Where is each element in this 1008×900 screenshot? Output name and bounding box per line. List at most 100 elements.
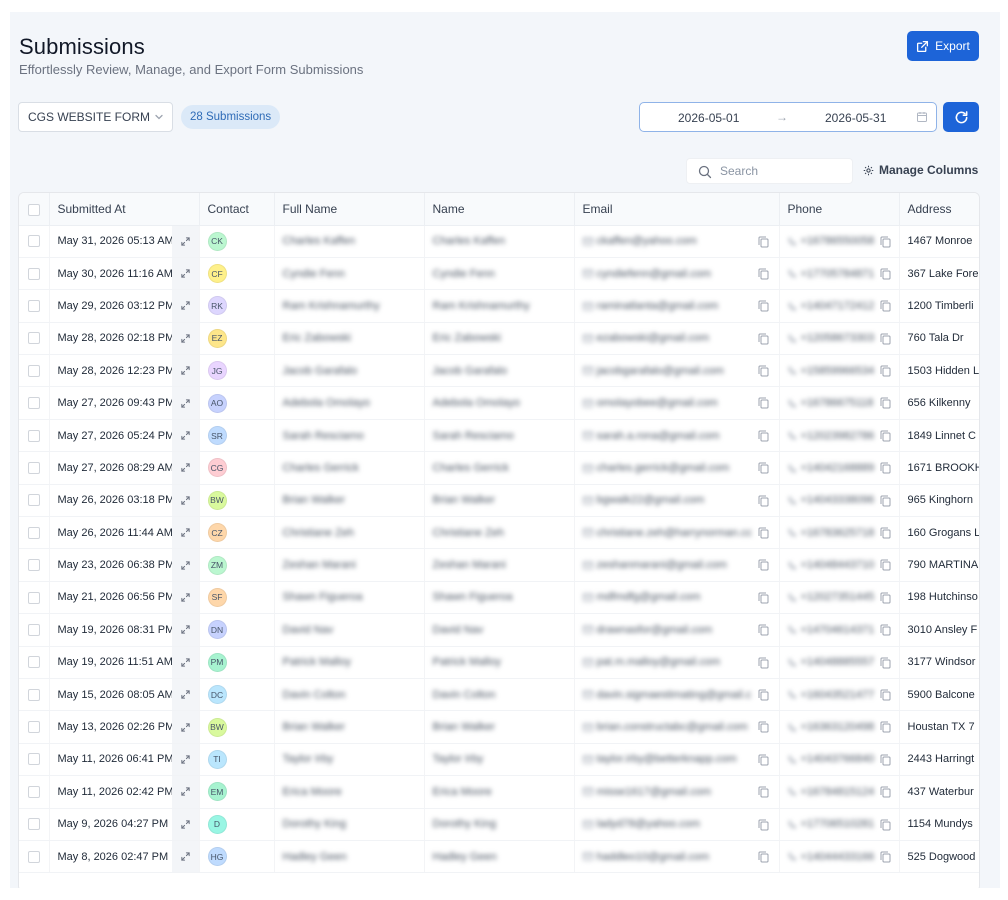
row-checkbox[interactable]	[28, 494, 40, 507]
table-row[interactable]: May 27, 2026 09:43 PM AO Adebola Omolayo Ad…	[19, 386, 979, 420]
table-row[interactable]: May 13, 2026 02:26 PM BW Brian Walker Brian…	[19, 710, 979, 744]
avatar[interactable]: EM	[207, 782, 227, 802]
expand-row-button[interactable]	[171, 646, 199, 678]
table-row[interactable]: May 28, 2026 02:18 PM EZ Eric Zabowski Eric…	[19, 322, 979, 356]
copy-icon[interactable]	[880, 236, 891, 248]
export-button[interactable]: Export	[907, 31, 979, 61]
row-checkbox[interactable]	[28, 818, 40, 831]
phone-text[interactable]: +14043766840	[801, 753, 875, 765]
avatar[interactable]: D	[207, 814, 227, 834]
expand-row-button[interactable]	[171, 387, 199, 419]
avatar[interactable]: HG	[207, 847, 227, 867]
expand-row-button[interactable]	[171, 808, 199, 840]
row-checkbox[interactable]	[28, 656, 40, 669]
email-text[interactable]: brian.constructabc@gmail.com	[597, 721, 748, 733]
expand-row-button[interactable]	[171, 225, 199, 257]
row-checkbox[interactable]	[28, 267, 40, 280]
avatar[interactable]: CZ	[207, 523, 227, 543]
email-text[interactable]: taylor.irby@betterknapp.com	[597, 753, 737, 765]
date-start[interactable]: 2026-05-01	[678, 111, 739, 125]
expand-row-button[interactable]	[171, 517, 199, 548]
column-header-contact[interactable]: Contact	[198, 193, 274, 226]
expand-row-button[interactable]	[171, 743, 199, 775]
copy-icon[interactable]	[758, 268, 769, 280]
column-header-submitted-at[interactable]: Submitted At	[48, 193, 199, 226]
copy-icon[interactable]	[758, 754, 769, 766]
avatar[interactable]: ZM	[207, 555, 227, 575]
email-text[interactable]: sarah.a.rona@gmail.com	[597, 430, 720, 442]
table-row[interactable]: May 30, 2026 11:16 AM CF Cyndie Fenn Cyndie…	[19, 257, 979, 291]
search-input[interactable]	[720, 164, 840, 178]
copy-icon[interactable]	[758, 397, 769, 409]
copy-icon[interactable]	[880, 462, 891, 474]
column-header-full-name[interactable]: Full Name	[273, 193, 424, 226]
row-checkbox[interactable]	[28, 850, 40, 863]
row-checkbox[interactable]	[28, 623, 40, 636]
copy-icon[interactable]	[758, 365, 769, 377]
copy-icon[interactable]	[758, 559, 769, 571]
row-checkbox[interactable]	[28, 300, 40, 313]
copy-icon[interactable]	[758, 786, 769, 798]
copy-icon[interactable]	[758, 236, 769, 248]
table-row[interactable]: May 11, 2026 06:41 PM TI Taylor Irby Taylor…	[19, 743, 979, 777]
table-row[interactable]: May 15, 2026 08:05 AM DC Davin Colton Davin…	[19, 678, 979, 712]
search-box[interactable]	[686, 158, 853, 184]
phone-text[interactable]: +14048885557	[801, 656, 875, 668]
table-row[interactable]: May 23, 2026 06:38 PM ZM Zeshan Marani Zesh…	[19, 548, 979, 582]
phone-text[interactable]: +14704614371	[801, 624, 875, 636]
email-text[interactable]: ezabowski@gmail.com	[597, 332, 710, 344]
expand-row-button[interactable]	[171, 355, 199, 386]
copy-icon[interactable]	[880, 786, 891, 798]
expand-row-button[interactable]	[171, 322, 199, 354]
copy-icon[interactable]	[758, 624, 769, 636]
phone-text[interactable]: +16783625718	[801, 527, 875, 539]
phone-text[interactable]: +12027351445	[801, 591, 875, 603]
phone-text[interactable]: +15859966534	[801, 365, 875, 377]
copy-icon[interactable]	[880, 365, 891, 377]
copy-icon[interactable]	[758, 495, 769, 507]
phone-text[interactable]: +12058673303	[801, 332, 875, 344]
expand-row-button[interactable]	[171, 711, 199, 743]
avatar[interactable]: PM	[207, 652, 227, 672]
row-checkbox[interactable]	[28, 364, 40, 377]
row-checkbox[interactable]	[28, 785, 40, 798]
expand-row-button[interactable]	[171, 840, 199, 872]
email-text[interactable]: davin.sigmaestimating@gmail.c	[597, 689, 752, 701]
email-text[interactable]: mdfmdfg@gmail.com	[597, 591, 701, 603]
avatar[interactable]: EZ	[207, 328, 227, 348]
copy-icon[interactable]	[758, 592, 769, 604]
copy-icon[interactable]	[880, 689, 891, 701]
row-checkbox[interactable]	[28, 526, 40, 539]
copy-icon[interactable]	[880, 819, 891, 831]
expand-row-button[interactable]	[171, 452, 199, 484]
avatar[interactable]: CG	[207, 458, 227, 478]
row-checkbox[interactable]	[28, 461, 40, 474]
copy-icon[interactable]	[880, 851, 891, 863]
copy-icon[interactable]	[880, 721, 891, 733]
row-checkbox[interactable]	[28, 591, 40, 604]
copy-icon[interactable]	[758, 689, 769, 701]
expand-row-button[interactable]	[171, 678, 199, 710]
expand-row-button[interactable]	[171, 776, 199, 808]
phone-text[interactable]: +14048443710	[801, 559, 875, 571]
select-all-checkbox[interactable]	[28, 203, 40, 216]
phone-text[interactable]: +16784815124	[801, 786, 875, 798]
copy-icon[interactable]	[880, 397, 891, 409]
email-text[interactable]: bgwalk22@gmail.com	[597, 494, 705, 506]
copy-icon[interactable]	[758, 819, 769, 831]
row-checkbox[interactable]	[28, 753, 40, 766]
copy-icon[interactable]	[758, 462, 769, 474]
copy-icon[interactable]	[758, 430, 769, 442]
email-text[interactable]: ladyd78@yahoo.com	[597, 818, 701, 830]
phone-text[interactable]: +16786675118	[801, 397, 874, 409]
avatar[interactable]: TI	[207, 749, 227, 769]
table-row[interactable]: May 29, 2026 03:12 PM RK Ram Krishnamurthy…	[19, 289, 979, 323]
copy-icon[interactable]	[880, 754, 891, 766]
copy-icon[interactable]	[758, 300, 769, 312]
copy-icon[interactable]	[880, 430, 891, 442]
copy-icon[interactable]	[880, 657, 891, 669]
email-text[interactable]: cyndiefenn@gmail.com	[597, 268, 712, 280]
email-text[interactable]: zeshanmarani@gmail.com	[597, 559, 727, 571]
avatar[interactable]: CF	[207, 264, 227, 284]
copy-icon[interactable]	[758, 657, 769, 669]
